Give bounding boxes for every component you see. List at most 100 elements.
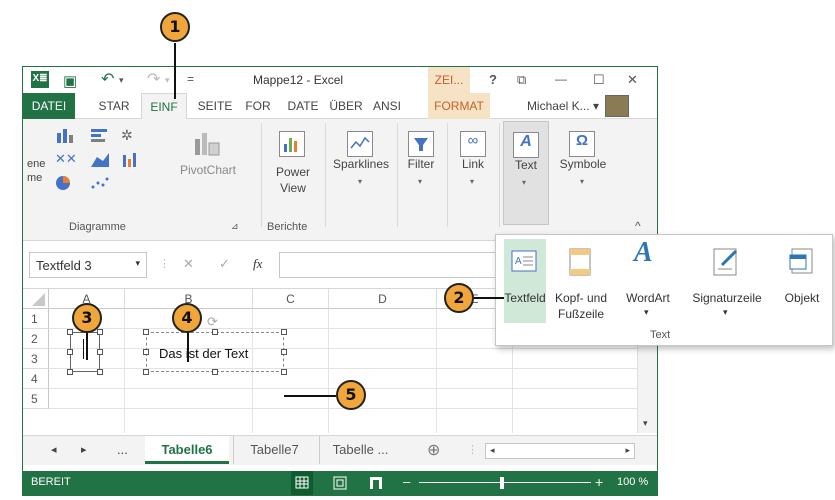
resize-handle[interactable] bbox=[143, 349, 149, 355]
resize-handle[interactable] bbox=[67, 329, 73, 335]
scatter-chart-icon[interactable] bbox=[89, 175, 117, 191]
undo-dropdown-icon[interactable]: ▾ bbox=[119, 75, 124, 86]
sheet-tab-tabelle6[interactable]: Tabelle6 bbox=[145, 436, 229, 464]
resize-handle[interactable] bbox=[212, 329, 218, 335]
rotate-handle-icon[interactable]: ⟳ bbox=[207, 314, 218, 330]
filter-button[interactable]: Filter ▾ bbox=[401, 125, 441, 209]
tab-ueberpruefen[interactable]: ÜBER bbox=[325, 93, 367, 119]
wordart-button[interactable]: A WordArt ▾ bbox=[618, 239, 678, 323]
zoom-slider[interactable] bbox=[419, 482, 591, 483]
sheet-tab-tabelle8[interactable]: Tabelle ... bbox=[319, 436, 401, 464]
row-header-2[interactable]: 2 bbox=[23, 329, 49, 349]
help-button[interactable]: ? bbox=[489, 72, 497, 87]
sheet-tab-tabelle7[interactable]: Tabelle7 bbox=[233, 436, 315, 464]
horizontal-scrollbar[interactable]: ◂ ▸ bbox=[485, 443, 635, 459]
hbar-chart-icon[interactable] bbox=[89, 127, 117, 143]
resize-handle[interactable] bbox=[143, 329, 149, 335]
zoom-slider-thumb[interactable] bbox=[500, 477, 504, 489]
resize-handle[interactable] bbox=[281, 349, 287, 355]
new-sheet-icon[interactable]: ⊕ bbox=[427, 440, 440, 460]
bar-chart-icon[interactable] bbox=[55, 127, 83, 143]
customize-qat-icon[interactable]: = bbox=[187, 72, 194, 86]
text-icon: A bbox=[513, 132, 539, 158]
symbols-button[interactable]: Ω Symbole ▾ bbox=[555, 125, 611, 209]
formula-grip-icon: ⋮ bbox=[159, 258, 170, 270]
maximize-button[interactable]: ☐ bbox=[593, 72, 605, 88]
text-dropdown-icon: ▾ bbox=[522, 178, 527, 187]
resize-handle[interactable] bbox=[97, 369, 103, 375]
save-icon[interactable]: ▣ bbox=[63, 72, 77, 90]
tab-format[interactable]: FORMAT bbox=[428, 93, 490, 119]
textbox-new[interactable] bbox=[70, 332, 100, 372]
resize-handle[interactable] bbox=[281, 369, 287, 375]
tab-start[interactable]: STAR bbox=[95, 93, 133, 119]
resize-handle[interactable] bbox=[97, 329, 103, 335]
signature-line-button[interactable]: Signaturzeile ▾ bbox=[682, 239, 772, 323]
textbox-button[interactable]: A Textfeld bbox=[504, 239, 546, 323]
link-icon: ∞ bbox=[460, 131, 486, 157]
close-button[interactable]: ✕ bbox=[627, 72, 638, 88]
tab-formeln[interactable]: FOR bbox=[241, 93, 275, 119]
power-view-button[interactable]: Power View bbox=[269, 125, 317, 209]
row-header-3[interactable]: 3 bbox=[23, 349, 49, 369]
object-button[interactable]: Objekt bbox=[776, 239, 828, 323]
sheet-prev-icon[interactable]: ◂ bbox=[51, 443, 57, 456]
resize-handle[interactable] bbox=[97, 349, 103, 355]
user-name[interactable]: Michael K... ▾ bbox=[507, 93, 599, 119]
area-chart-icon[interactable] bbox=[89, 151, 117, 167]
resize-handle[interactable] bbox=[143, 369, 149, 375]
sheet-more-left[interactable]: ... bbox=[117, 442, 128, 457]
name-box[interactable]: Textfeld 3 ▾ bbox=[29, 252, 147, 278]
row-header-4[interactable]: 4 bbox=[23, 369, 49, 389]
minimize-button[interactable]: — bbox=[555, 72, 567, 86]
insert-function-icon[interactable]: fx bbox=[253, 256, 262, 272]
user-avatar[interactable] bbox=[605, 95, 629, 117]
resize-handle[interactable] bbox=[212, 369, 218, 375]
scroll-left-icon[interactable]: ◂ bbox=[490, 445, 495, 456]
zoom-level[interactable]: 100 % bbox=[617, 476, 648, 488]
ribbon-display-options-icon[interactable]: ⧉ bbox=[517, 72, 526, 88]
reports-dialog-launcher-icon[interactable]: ⊿ bbox=[231, 221, 239, 232]
sheet-splitter-icon[interactable]: ⋮ bbox=[467, 443, 478, 456]
link-button[interactable]: ∞ Link ▾ bbox=[453, 125, 493, 209]
tab-daten[interactable]: DATE bbox=[283, 93, 323, 119]
row-header-5[interactable]: 5 bbox=[23, 389, 49, 409]
name-box-dropdown-icon[interactable]: ▾ bbox=[135, 258, 140, 269]
collapse-ribbon-icon[interactable]: ^ bbox=[635, 219, 641, 233]
header-footer-button[interactable]: Kopf- und Fußzeile bbox=[548, 239, 614, 323]
resize-handle[interactable] bbox=[281, 329, 287, 335]
text-button[interactable]: A Text ▾ bbox=[503, 121, 549, 225]
status-text: BEREIT bbox=[31, 476, 71, 488]
tab-seitenlayout[interactable]: SEITE bbox=[193, 93, 237, 119]
page-layout-view-button[interactable] bbox=[329, 471, 351, 495]
tab-einfuegen[interactable]: EINF bbox=[141, 93, 187, 120]
sparklines-button[interactable]: Sparklines ▾ bbox=[329, 125, 393, 209]
page-break-view-button[interactable] bbox=[365, 471, 387, 495]
textbox-with-text[interactable]: Das ist der Text bbox=[146, 332, 284, 372]
column-header-c[interactable]: C bbox=[253, 289, 329, 309]
tab-datei[interactable]: DATEI bbox=[23, 93, 75, 119]
zoom-out-button[interactable]: – bbox=[403, 474, 410, 489]
resize-handle[interactable] bbox=[67, 369, 73, 375]
callout-4: 4 bbox=[172, 303, 202, 333]
sheet-next-icon[interactable]: ▸ bbox=[81, 443, 87, 456]
column-header-d[interactable]: D bbox=[329, 289, 437, 309]
radar-chart-icon[interactable]: ✲ bbox=[121, 127, 149, 143]
scatter-xy-chart-icon[interactable]: ✕✕ bbox=[55, 151, 83, 167]
resize-handle[interactable] bbox=[67, 349, 73, 355]
scroll-right-icon[interactable]: ▸ bbox=[625, 445, 630, 456]
select-all-corner[interactable] bbox=[23, 289, 49, 309]
row-header-1[interactable]: 1 bbox=[23, 309, 49, 329]
cancel-icon[interactable]: ✕ bbox=[183, 256, 194, 272]
redo-icon[interactable]: ↷ bbox=[147, 69, 160, 89]
pie-chart-icon[interactable] bbox=[55, 175, 83, 191]
zoom-in-button[interactable]: + bbox=[595, 474, 603, 490]
enter-icon[interactable]: ✓ bbox=[219, 256, 230, 272]
callout-2-leader-line bbox=[474, 297, 504, 299]
normal-view-button[interactable] bbox=[291, 471, 313, 495]
undo-icon[interactable]: ↶ bbox=[101, 69, 114, 89]
pivotchart-button[interactable]: PivotChart bbox=[173, 125, 243, 205]
scroll-down-icon[interactable]: ▾ bbox=[643, 418, 648, 429]
tab-ansicht[interactable]: ANSI bbox=[369, 93, 405, 119]
column-combo-icon[interactable] bbox=[121, 151, 149, 167]
